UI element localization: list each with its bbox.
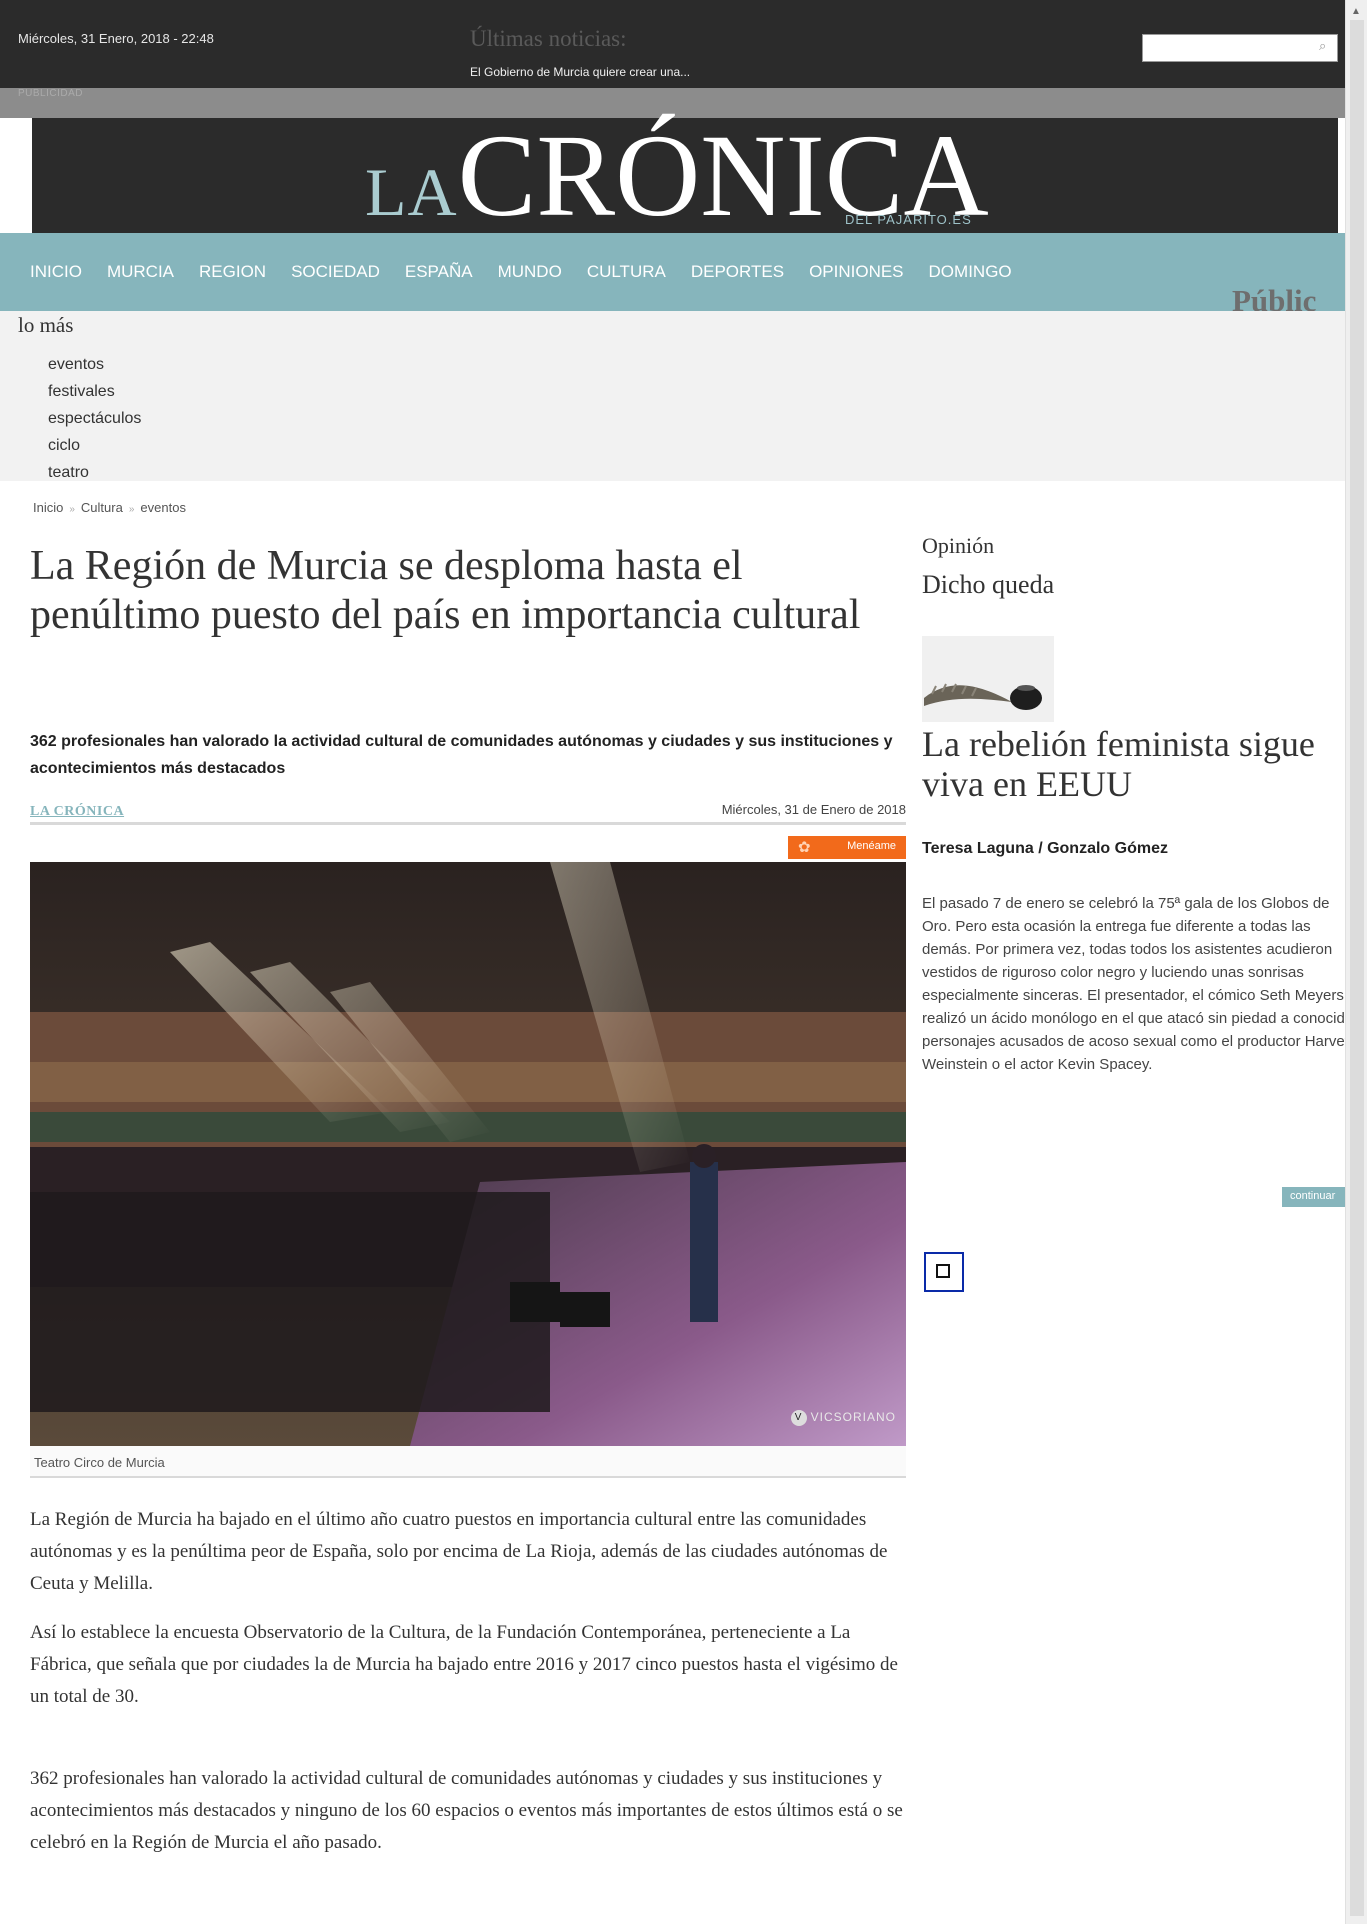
tag-link[interactable]: eventos — [48, 351, 141, 378]
article-headline: La Región de Murcia se desploma hasta el… — [30, 543, 861, 638]
sidebar-section-label[interactable]: Opinión — [922, 533, 994, 559]
photo-watermark: V VICSORIANO — [790, 1410, 896, 1426]
search-icon[interactable]: ⌕ — [1319, 39, 1331, 52]
nav-item-sociedad[interactable]: SOCIEDAD — [291, 262, 380, 282]
scroll-up-arrow-icon[interactable]: ▲ — [1351, 6, 1361, 17]
nav-item-domingo[interactable]: DOMINGO — [929, 262, 1012, 282]
scrollbar[interactable]: ▲ — [1345, 0, 1367, 1924]
breadcrumb-cultura[interactable]: Cultura — [81, 500, 123, 515]
sidebar-column-name[interactable]: Dicho queda — [922, 570, 1054, 600]
article-meta: LA CRÓNICA Miércoles, 31 de Enero de 201… — [30, 798, 906, 825]
tag-link[interactable]: festivales — [48, 378, 141, 405]
nav-item-deportes[interactable]: DEPORTES — [691, 262, 784, 282]
breadcrumb: Inicio » Cultura » eventos — [33, 500, 186, 515]
article-photo: V VICSORIANO — [30, 862, 906, 1446]
continue-reading-button[interactable]: continuar — [1282, 1187, 1345, 1207]
popular-tags-panel — [0, 311, 1345, 481]
article-paragraph: La Región de Murcia ha bajado en el últi… — [30, 1509, 888, 1594]
nav-item-mundo[interactable]: MUNDO — [498, 262, 562, 282]
article-paragraph: Así lo establece la encuesta Observatori… — [30, 1622, 898, 1707]
advertising-label: PUBLICIDAD — [18, 88, 84, 99]
ad-placeholder[interactable] — [924, 1252, 964, 1292]
search-input[interactable]: ⌕ — [1142, 34, 1338, 62]
meneame-label: Menéame — [847, 840, 896, 852]
latest-news-label: Últimas noticias: — [470, 26, 627, 51]
meneame-button[interactable]: ✿ Menéame — [788, 836, 906, 859]
logo-subtitle: DEL PAJARITO.ES — [845, 212, 972, 227]
feather-inkwell-icon — [922, 636, 1054, 722]
tag-link[interactable]: espectáculos — [48, 405, 141, 432]
nav-item-region[interactable]: REGION — [199, 262, 266, 282]
watermark-logo-icon: V — [790, 1410, 807, 1426]
article-source-link[interactable]: LA CRÓNICA — [30, 804, 124, 820]
tag-link[interactable]: ciclo — [48, 432, 141, 459]
breadcrumb-separator: » — [69, 504, 75, 515]
broken-image-icon — [936, 1264, 950, 1278]
scrollbar-thumb[interactable] — [1350, 20, 1364, 1916]
opinion-excerpt-text: El pasado 7 de enero se celebró la 75ª g… — [922, 895, 1345, 1073]
news-ticker-link[interactable]: El Gobierno de Murcia quiere crear una..… — [470, 65, 690, 79]
logo-la: LA — [365, 154, 458, 230]
nav-item-inicio[interactable]: INICIO — [30, 262, 82, 282]
theatre-concert-image — [30, 862, 906, 1446]
nav-menu: INICIO MURCIA REGION SOCIEDAD ESPAÑA MUN… — [30, 262, 1037, 282]
watermark-text: VICSORIANO — [810, 1410, 896, 1425]
opinion-author: Teresa Laguna / Gonzalo Gómez — [922, 840, 1168, 857]
photo-caption-text: Teatro Circo de Murcia — [34, 1455, 165, 1470]
article-subtitle: 362 profesionales han valorado la activi… — [30, 733, 893, 777]
breadcrumb-inicio[interactable]: Inicio — [33, 500, 63, 515]
nav-item-opiniones[interactable]: OPINIONES — [809, 262, 903, 282]
article-date: Miércoles, 31 de Enero de 2018 — [721, 802, 906, 817]
nav-item-murcia[interactable]: MURCIA — [107, 262, 174, 282]
nav-item-cultura[interactable]: CULTURA — [587, 262, 666, 282]
popular-tags-title: lo más — [18, 313, 74, 337]
tag-link[interactable]: teatro — [48, 459, 141, 486]
breadcrumb-separator: » — [128, 504, 135, 515]
nav-item-espana[interactable]: ESPAÑA — [405, 262, 473, 282]
opinion-headline[interactable]: La rebelión feminista sigue viva en EEUU — [922, 724, 1352, 804]
popular-tags-list: eventos festivales espectáculos ciclo te… — [48, 351, 141, 486]
opinion-thumbnail[interactable] — [922, 636, 1054, 722]
article-paragraph: 362 profesionales han valorado la activi… — [30, 1768, 903, 1853]
current-date: Miércoles, 31 Enero, 2018 - 22:48 — [18, 31, 214, 46]
continue-label: continuar — [1290, 1190, 1336, 1202]
opinion-excerpt: El pasado 7 de enero se celebró la 75ª g… — [922, 892, 1345, 1158]
breadcrumb-eventos[interactable]: eventos — [140, 500, 186, 515]
meneame-icon: ✿ — [798, 839, 811, 856]
photo-caption: Teatro Circo de Murcia — [30, 1446, 906, 1478]
